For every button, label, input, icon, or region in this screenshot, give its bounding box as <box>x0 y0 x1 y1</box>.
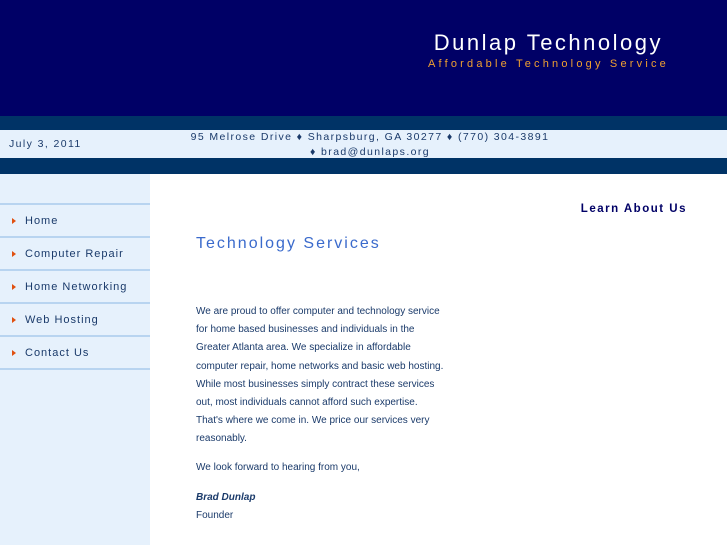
site-title: Dunlap Technology <box>433 30 663 55</box>
arrow-icon <box>12 283 16 290</box>
page-heading: Technology Services <box>196 235 381 252</box>
nav-label: Web Hosting <box>25 313 99 326</box>
intro-paragraph: We are proud to offer computer and techn… <box>196 306 444 445</box>
nav-menu: Home Computer Repair Home Networking Web… <box>0 203 150 370</box>
nav-item-home[interactable]: Home <box>0 205 150 238</box>
arrow-icon <box>12 250 16 257</box>
nav-label: Computer Repair <box>25 247 124 260</box>
learn-about-us-link[interactable]: Learn About Us <box>581 203 687 215</box>
site-tagline: Affordable Technology Service <box>428 58 669 70</box>
arrow-icon <box>12 217 16 224</box>
nav-label: Home Networking <box>25 280 128 293</box>
nav-item-home-networking[interactable]: Home Networking <box>0 271 150 304</box>
divider-band <box>0 158 727 174</box>
nav-label: Home <box>25 214 59 227</box>
closing-paragraph: We look forward to hearing from you, <box>196 461 360 473</box>
info-bar: July 3, 2011 95 Melrose Drive ♦ Sharpsbu… <box>0 130 727 158</box>
nav-item-computer-repair[interactable]: Computer Repair <box>0 238 150 271</box>
site-header: Dunlap Technology Affordable Technology … <box>0 0 727 116</box>
nav-item-contact-us[interactable]: Contact Us <box>0 337 150 370</box>
main-content: We are proud to offer computer and techn… <box>196 303 446 525</box>
signature-name: Brad Dunlap <box>196 491 256 503</box>
nav-item-web-hosting[interactable]: Web Hosting <box>0 304 150 337</box>
signature-title: Founder <box>196 510 234 522</box>
current-date: July 3, 2011 <box>9 138 82 150</box>
arrow-icon <box>12 316 16 323</box>
arrow-icon <box>12 349 16 356</box>
sidebar: Home Computer Repair Home Networking Web… <box>0 174 150 545</box>
contact-address: 95 Melrose Drive ♦ Sharpsburg, GA 30277 … <box>190 131 550 158</box>
divider-band <box>0 116 727 130</box>
nav-label: Contact Us <box>25 346 90 359</box>
